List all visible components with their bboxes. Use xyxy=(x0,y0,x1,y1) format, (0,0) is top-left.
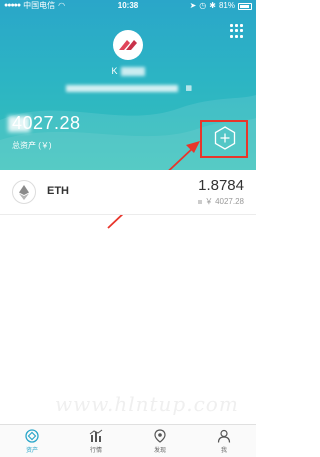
alarm-icon: ◷ xyxy=(199,1,207,10)
balance-redaction xyxy=(8,116,30,132)
wallet-icon xyxy=(25,429,39,443)
eth-icon xyxy=(12,180,36,204)
wallet-address[interactable]: ▦ xyxy=(60,84,200,94)
tab-label: 行情 xyxy=(89,448,102,454)
qr-code-icon[interactable]: ▦ xyxy=(185,84,192,92)
tab-profile[interactable]: 我 xyxy=(192,425,256,457)
status-bar: ●●●●● 中国电信 ◠ 10:38 ➤ ◷ ✱ 81% xyxy=(0,0,256,12)
token-amount: 1.8784 xyxy=(198,177,244,194)
market-chart-icon xyxy=(89,429,103,442)
redacted-address xyxy=(66,85,178,92)
tab-label: 发现 xyxy=(153,448,166,454)
tab-label: 资产 xyxy=(25,448,38,454)
bluetooth-icon: ✱ xyxy=(209,1,216,10)
wallet-name: K xyxy=(0,66,256,77)
token-fiat-value: ￥ 4027.28 xyxy=(197,196,244,207)
wallet-logo-icon xyxy=(119,40,137,50)
location-icon: ➤ xyxy=(189,1,197,10)
watermark-text: www.hlntup.com xyxy=(55,392,239,416)
total-assets-label: 总资产 (￥) xyxy=(12,141,52,150)
tab-assets[interactable]: 资产 xyxy=(0,425,64,457)
discover-icon xyxy=(154,429,166,443)
add-token-button[interactable] xyxy=(213,126,237,150)
token-symbol: ETH xyxy=(47,185,69,197)
tab-market[interactable]: 行情 xyxy=(64,425,128,457)
profile-icon xyxy=(217,429,231,443)
tab-discover[interactable]: 发现 xyxy=(128,425,192,457)
bottom-tab-bar: 资产 行情 发现 我 xyxy=(0,424,256,457)
token-row-eth[interactable]: ETH 1.8784 ￥ 4027.28 xyxy=(0,170,256,215)
menu-grid-button[interactable] xyxy=(230,24,244,38)
tab-label: 我 xyxy=(220,448,227,454)
battery-icon xyxy=(238,2,252,10)
redacted-name xyxy=(120,67,145,77)
wallet-avatar[interactable] xyxy=(113,30,143,60)
battery-percent: 81% xyxy=(218,1,235,10)
